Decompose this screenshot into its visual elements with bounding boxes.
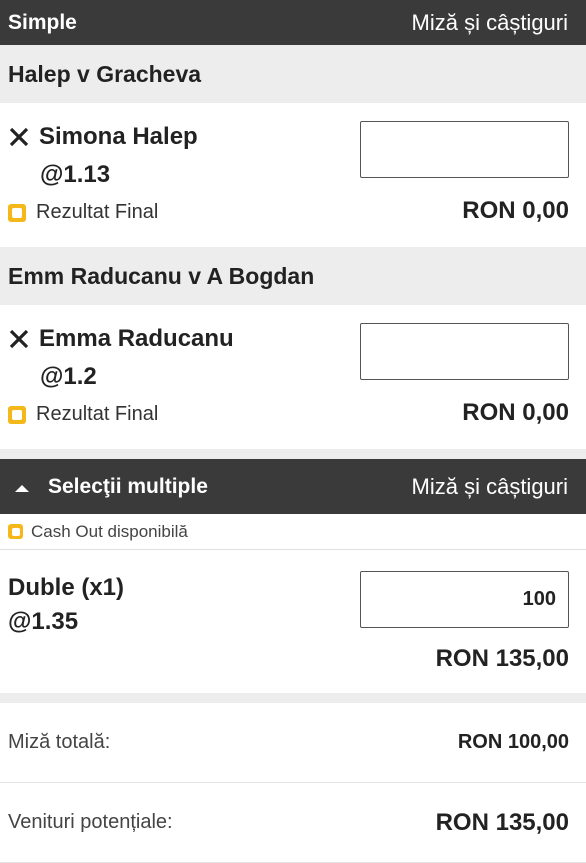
- potential-returns-label: Venituri potențiale:: [8, 811, 173, 833]
- payout-value: RON 0,00: [462, 197, 569, 224]
- caret-up-icon[interactable]: [14, 475, 30, 499]
- multiples-stake-returns-label: Miză și câștiguri: [411, 473, 568, 499]
- stake-input[interactable]: [360, 571, 569, 628]
- close-icon[interactable]: [8, 328, 30, 350]
- section-divider: [0, 693, 586, 703]
- multiples-header[interactable]: Selecţii multiple Miză și câștiguri: [0, 459, 586, 514]
- cashout-notice: Cash Out disponibilă: [0, 514, 586, 550]
- cashout-icon: [8, 203, 26, 222]
- stake-input[interactable]: [360, 323, 569, 380]
- potential-returns-value: RON 135,00: [435, 808, 569, 836]
- singles-title: Simple: [8, 10, 77, 34]
- event-name: Halep v Gracheva: [0, 45, 586, 103]
- total-stake-label: Miză totală:: [8, 731, 111, 753]
- event-name: Emm Raducanu v A Bogdan: [0, 247, 586, 305]
- singles-header: Simple Miză și câștiguri: [0, 0, 586, 45]
- selection-odds: @1.13: [40, 161, 111, 188]
- close-icon[interactable]: [8, 126, 30, 148]
- selection-odds: @1.2: [40, 363, 97, 390]
- stake-input[interactable]: [360, 121, 569, 178]
- selection-name: Emma Raducanu: [39, 325, 234, 352]
- section-divider: [0, 449, 586, 459]
- total-stake-row: Miză totală: RON 100,00: [0, 703, 586, 783]
- multiple-bet-name: Duble (x1): [8, 574, 125, 601]
- multiple-bet-row: Duble (x1) @1.35 RON 135,00: [0, 550, 586, 693]
- cashout-icon: [8, 405, 26, 424]
- selection-row: Simona Halep @1.13 Rezultat Final RON 0,…: [0, 103, 586, 247]
- multiple-bet-odds: @1.35: [8, 608, 79, 635]
- singles-stake-returns-label: Miză și câștiguri: [411, 9, 568, 35]
- market-name: Rezultat Final: [36, 201, 159, 223]
- payout-value: RON 135,00: [435, 645, 569, 672]
- total-stake-value: RON 100,00: [457, 731, 569, 753]
- potential-returns-row: Venituri potențiale: RON 135,00: [0, 783, 586, 863]
- payout-value: RON 0,00: [462, 399, 569, 426]
- selection-row: Emma Raducanu @1.2 Rezultat Final RON 0,…: [0, 305, 586, 449]
- cashout-icon: [8, 524, 23, 539]
- selection-name: Simona Halep: [39, 123, 198, 150]
- multiples-title: Selecţii multiple: [48, 474, 208, 498]
- cashout-label: Cash Out disponibilă: [31, 521, 188, 541]
- market-name: Rezultat Final: [36, 403, 159, 425]
